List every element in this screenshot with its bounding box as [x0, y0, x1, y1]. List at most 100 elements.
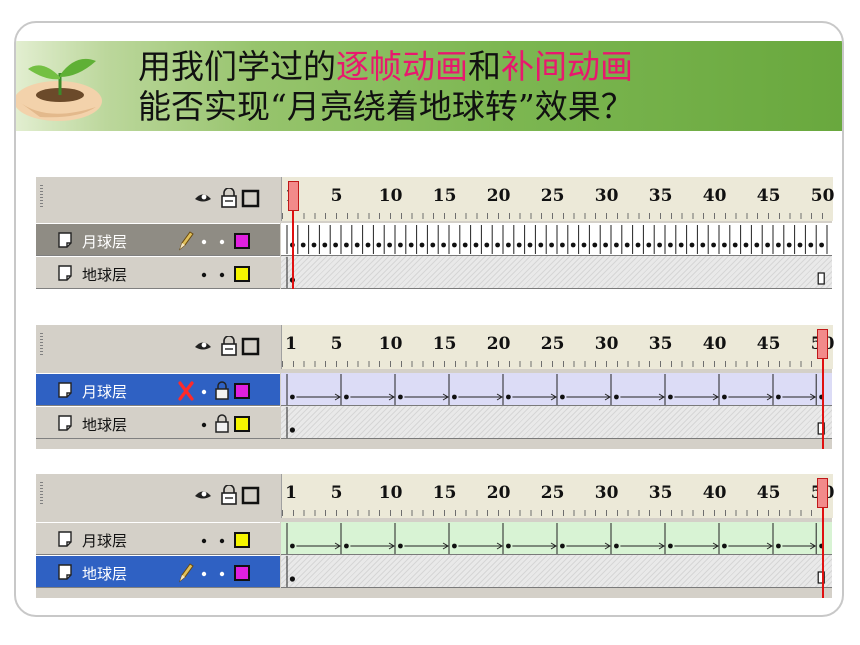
layer-label: 地球层 [82, 416, 128, 434]
panel-grip-handle[interactable] [40, 482, 43, 504]
keyframe-dot [689, 242, 695, 248]
keyframe-dot [452, 242, 457, 248]
frame-number-label: 40 [702, 334, 727, 354]
keyframe-dot [754, 242, 760, 248]
eye-icon [195, 194, 211, 202]
keyframe-dot [452, 394, 457, 400]
layer-name-cell[interactable]: 月球层 [36, 522, 280, 555]
keyframe-dot [484, 242, 490, 248]
layer-page-icon [58, 531, 72, 547]
frame-number-label: 1 [285, 483, 297, 503]
keyframe-dot [732, 242, 738, 248]
header-icons [195, 188, 260, 208]
keyframe-dot [722, 242, 727, 248]
layer-row-moon[interactable]: 月球层 [36, 373, 832, 406]
eye-highlight [201, 342, 207, 348]
keyframe-dot [538, 242, 544, 248]
layer-frames[interactable] [281, 406, 832, 439]
layer-frames[interactable] [281, 555, 832, 588]
slide-title-line-1: 用我们学过的逐帧动画和补间动画 [138, 47, 633, 87]
frame-number-label: 40 [702, 483, 727, 503]
layer-label: 月球层 [82, 233, 128, 251]
keyframe-dot [668, 394, 673, 400]
layer-page-icon [58, 232, 72, 248]
keyframe-dot [776, 242, 781, 248]
lock-icon [215, 381, 229, 400]
playhead[interactable] [817, 478, 829, 508]
highlight-frame-by-frame: 逐帧动画 [336, 47, 468, 86]
keyframe-dot [506, 242, 511, 248]
keyframe-dot [786, 242, 792, 248]
keyframe-dot [398, 242, 403, 248]
keyframe-dot [365, 242, 371, 248]
frame-number-label: 10 [378, 186, 403, 206]
playhead[interactable] [288, 181, 299, 211]
layer-frames[interactable] [281, 256, 832, 289]
panel-grip-handle[interactable] [40, 333, 43, 355]
visibility-dot [201, 571, 207, 577]
playhead-line [821, 359, 824, 449]
keyframe-dot [289, 576, 295, 582]
layer-page-icon [58, 415, 72, 431]
keyframe-dot [506, 543, 511, 549]
keyframe-dot [311, 242, 317, 248]
layer-name-cell[interactable]: 月球层 [36, 223, 280, 256]
layer-frames[interactable] [281, 522, 832, 555]
keyframe-dot [797, 242, 803, 248]
lock-icon [221, 188, 237, 208]
layer-row-moon[interactable]: 月球层 [36, 522, 832, 555]
keyframe-dot [570, 242, 576, 248]
lock-icon [221, 485, 237, 505]
frame-number-label: 45 [756, 483, 781, 503]
keyframe-dot [711, 242, 716, 248]
keyframe-dot [722, 543, 727, 549]
timeline-header: 15101520253035404550 [36, 177, 834, 221]
layer-name-cell[interactable]: 地球层 [36, 406, 280, 439]
layer-row-earth[interactable]: 地球层 [36, 256, 832, 289]
layer-row-earth[interactable]: 地球层 [36, 555, 832, 588]
keyframe-dot [344, 394, 349, 400]
layer-name-cell[interactable]: 月球层 [36, 373, 280, 406]
timeline-panel-motion-tween: 15101520253035404550 月球层 地球层 [36, 325, 834, 449]
frame-ruler[interactable]: 15101520253035404550 [281, 177, 834, 221]
highlight-tween-animation: 补间动画 [501, 47, 633, 86]
layer-page-icon [58, 382, 72, 398]
outline-icon [241, 337, 260, 356]
outline-color-swatch [234, 383, 250, 399]
lock-dot [219, 272, 225, 278]
playhead[interactable] [817, 329, 829, 359]
lock-dot [219, 538, 225, 544]
keyframe-dot [527, 242, 533, 248]
panel-grip-handle[interactable] [40, 185, 43, 207]
layer-name-cell[interactable]: 地球层 [36, 256, 280, 289]
layer-frames[interactable] [281, 223, 832, 256]
keyframe-dot [289, 427, 295, 433]
layer-page-icon [58, 564, 72, 580]
eye-icon [195, 491, 211, 499]
frame-number-label: 40 [702, 186, 727, 206]
layer-controls [201, 266, 250, 282]
frame-ruler[interactable]: 15101520253035404550 [281, 325, 834, 369]
layer-name-cell[interactable]: 地球层 [36, 555, 280, 588]
keyframe-dot [581, 242, 587, 248]
layer-controls [201, 532, 250, 548]
layer-row-moon[interactable]: 月球层 [36, 223, 832, 256]
layer-frames[interactable] [281, 373, 832, 406]
keyframe-dot [290, 394, 295, 400]
layer-controls [178, 563, 250, 583]
keyframe-dot [603, 242, 608, 248]
keyframe-dot [743, 242, 749, 248]
keyframe-dot [776, 543, 781, 549]
outline-color-swatch [234, 532, 250, 548]
lock-body [215, 421, 229, 433]
slide-title-line-2: 能否实现“月亮绕着地球转”效果？ [138, 87, 634, 126]
ruler-ticks [282, 361, 833, 367]
keyframe-dot [592, 242, 598, 248]
layer-row-earth[interactable]: 地球层 [36, 406, 832, 439]
keyframe-dot [462, 242, 468, 248]
visibility-dot [201, 239, 207, 245]
pencil-icon [178, 231, 194, 251]
visibility-dot [201, 272, 207, 278]
frame-ruler[interactable]: 15101520253035404550 [281, 474, 834, 518]
keyframe-dot [668, 543, 673, 549]
